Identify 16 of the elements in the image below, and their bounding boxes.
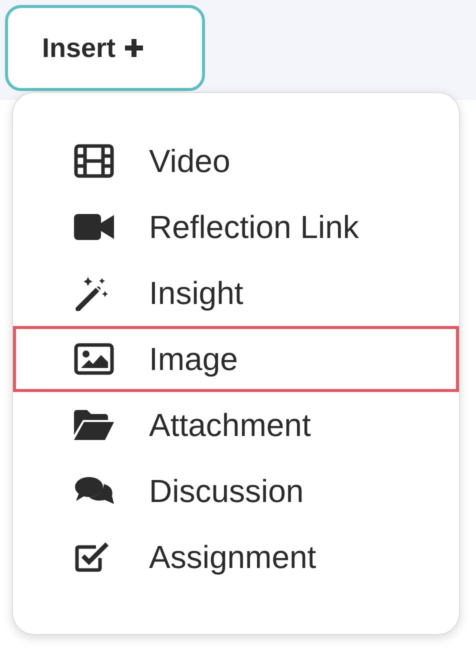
menu-item[interactable]: Video <box>13 128 459 194</box>
image-icon <box>74 343 114 375</box>
menu-item[interactable]: Insight <box>13 260 459 326</box>
menu-item[interactable]: Image <box>13 326 459 392</box>
film-icon <box>74 144 114 178</box>
menu-item[interactable]: Reflection Link <box>13 194 459 260</box>
magic-wand-icon <box>74 275 110 311</box>
insert-button[interactable]: Insert <box>5 5 205 91</box>
folder-icon <box>74 409 114 441</box>
comments-icon <box>74 475 114 507</box>
checkbox-icon <box>74 540 110 574</box>
menu-item[interactable]: Discussion <box>13 458 459 524</box>
plus-icon <box>124 38 144 58</box>
video-camera-icon <box>74 213 114 241</box>
menu-item[interactable]: Assignment <box>13 524 459 590</box>
menu-item[interactable]: Attachment <box>13 392 459 458</box>
